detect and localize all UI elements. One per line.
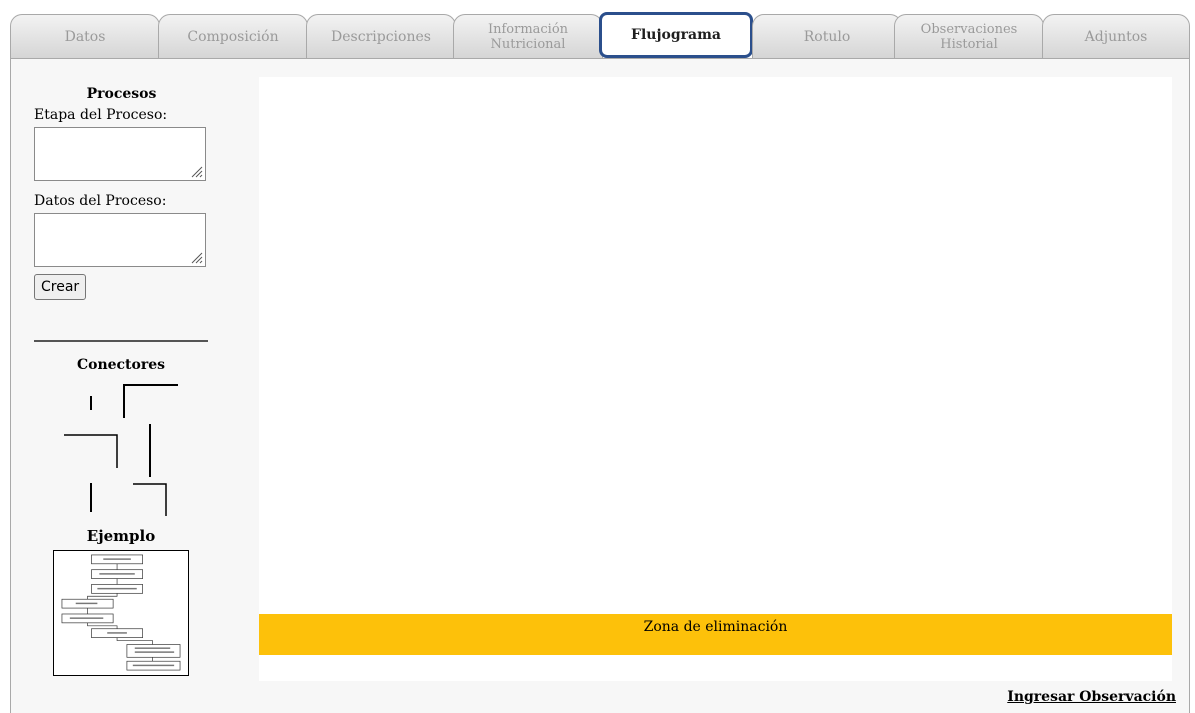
delete-zone[interactable]: Zona de eliminación [259, 614, 1172, 655]
process-sidebar: Procesos Etapa del Proceso: Datos del Pr… [34, 86, 209, 300]
tab-rotulo[interactable]: Rotulo [752, 14, 902, 58]
tab-label-line1: Observaciones [920, 21, 1018, 37]
tab-adjuntos[interactable]: Adjuntos [1042, 14, 1190, 58]
procesos-title: Procesos [86, 86, 157, 102]
tab-label: Descripciones [331, 28, 431, 45]
connector-corner-top-left[interactable] [123, 384, 178, 418]
delete-zone-label: Zona de eliminación [643, 619, 788, 635]
tab-datos[interactable]: Datos [10, 14, 160, 58]
tab-label: Composición [187, 28, 279, 45]
tab-descripciones[interactable]: Descripciones [306, 14, 456, 58]
connector-corner-bottom-right[interactable] [133, 483, 167, 516]
tab-bar: Datos Composición Descripciones Informac… [10, 8, 1190, 60]
tab-label-line2: Nutricional [490, 36, 566, 52]
resize-grip-icon[interactable] [191, 252, 203, 264]
etapa-label: Etapa del Proceso: [34, 107, 168, 123]
conectores-title: Conectores [76, 357, 166, 373]
connectors-palette [64, 384, 178, 516]
connector-corner-top-right[interactable] [64, 434, 118, 468]
resize-grip-icon[interactable] [191, 166, 203, 178]
tab-label: Adjuntos [1084, 28, 1148, 45]
flowchart-canvas[interactable]: Zona de eliminación [259, 77, 1172, 681]
datos-label: Datos del Proceso: [34, 193, 167, 209]
ejemplo-title: Ejemplo [86, 527, 156, 545]
tab-observaciones-historial[interactable]: Observaciones Historial [894, 14, 1044, 58]
datos-textarea[interactable] [34, 213, 206, 267]
tab-label: Rotulo [803, 28, 851, 45]
tab-flujograma[interactable]: Flujograma [599, 12, 753, 58]
tab-label: Datos [64, 28, 106, 45]
tab-label: Flujograma [631, 27, 721, 43]
etapa-textarea[interactable] [34, 127, 206, 181]
tab-label-line2: Historial [940, 36, 998, 52]
example-flowchart-image [53, 550, 189, 676]
tab-composicion[interactable]: Composición [158, 14, 308, 58]
crear-button[interactable]: Crear [34, 274, 87, 300]
tab-label-line1: Información [487, 21, 569, 37]
sidebar-divider [34, 340, 208, 342]
ingresar-observacion-link[interactable]: Ingresar Observación [1007, 689, 1176, 705]
tab-informacion-nutricional[interactable]: Información Nutricional [453, 14, 603, 58]
